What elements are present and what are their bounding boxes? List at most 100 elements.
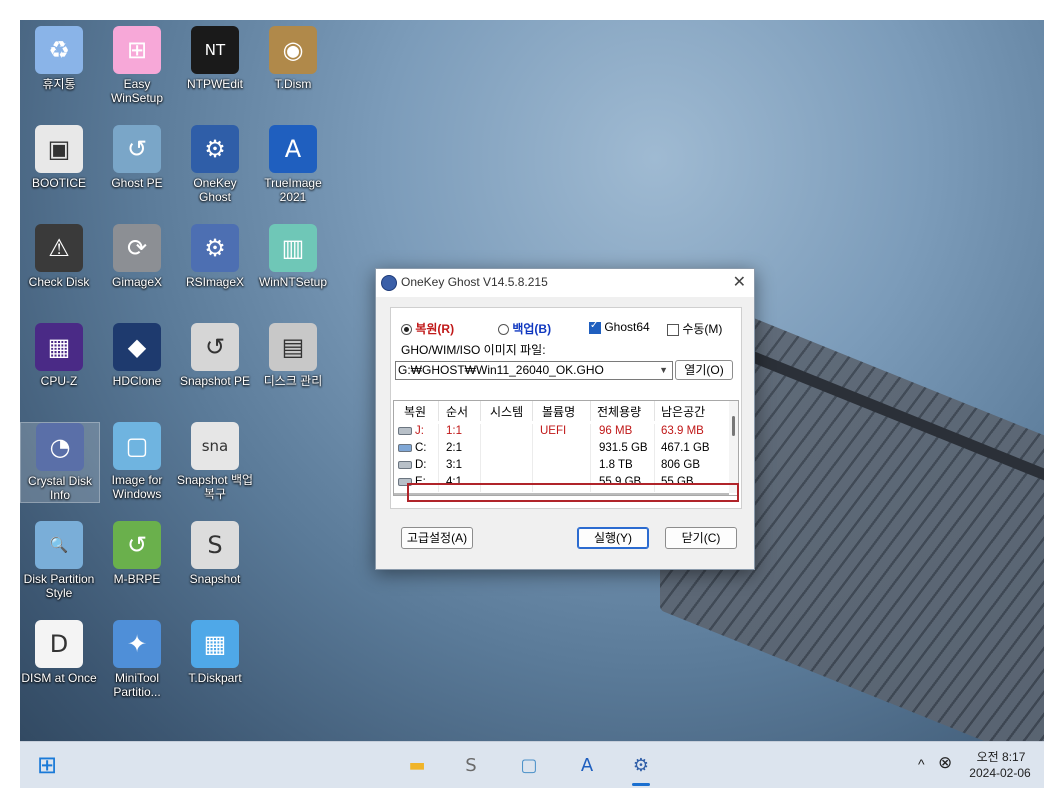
desktop-icon[interactable]: ◆ HDClone xyxy=(98,323,176,388)
cell-drive: C: xyxy=(398,442,427,454)
desktop-icon[interactable]: NT NTPWEdit xyxy=(176,26,254,91)
desktop-icon[interactable]: ▦ CPU-Z xyxy=(20,323,98,388)
drive-letter: D: xyxy=(415,459,427,471)
desktop-icon[interactable]: ▣ BOOTICE xyxy=(20,125,98,190)
ghost64-checkbox[interactable]: Ghost64 xyxy=(589,320,650,334)
app-icon: ✦ xyxy=(113,620,161,668)
close-icon[interactable]: ✕ xyxy=(733,272,746,292)
desktop-icon[interactable]: ◉ T.Dism xyxy=(254,26,332,91)
taskbar-app-trueimage[interactable]: A xyxy=(572,750,602,780)
drive-letter: C: xyxy=(415,442,427,454)
manual-check[interactable] xyxy=(667,323,679,336)
desktop-icon-label: Image for Windows xyxy=(111,473,163,501)
drive-icon xyxy=(398,460,412,469)
image-file-combo[interactable]: G:₩GHOST₩Win11_26040_OK.GHO ▼ xyxy=(395,361,673,380)
desktop-icon[interactable]: ⚠ Check Disk xyxy=(20,224,98,289)
vertical-scrollbar[interactable] xyxy=(729,401,738,493)
desktop-icon[interactable]: ▥ WinNTSetup xyxy=(254,224,332,289)
cell-order: 2:1 xyxy=(446,442,462,454)
column-separator xyxy=(532,424,533,441)
app-icon: ⚙ xyxy=(191,125,239,173)
app-icon: ⟳ xyxy=(113,224,161,272)
backup-radio[interactable]: 백업(B) xyxy=(498,320,551,337)
desktop-icon-label: Disk Partition Style xyxy=(23,572,95,600)
desktop-icon-label: Snapshot PE xyxy=(179,374,251,388)
clock-time[interactable]: 오전 8:17 xyxy=(972,748,1030,765)
snapshot-icon: S xyxy=(465,754,477,776)
desktop-icon-label: T.Diskpart xyxy=(188,671,242,685)
desktop-icon[interactable]: ⚙ RSImageX xyxy=(176,224,254,289)
desktop-icon[interactable]: ⟳ GimageX xyxy=(98,224,176,289)
ghost64-check[interactable] xyxy=(589,320,601,334)
desktop-icon[interactable]: ↺ M-BRPE xyxy=(98,521,176,586)
column-separator xyxy=(438,401,439,421)
desktop-icon[interactable]: D DISM at Once xyxy=(20,620,98,685)
desktop-icon[interactable]: ♻ 휴지통 xyxy=(20,26,98,91)
restore-radio-dot[interactable] xyxy=(401,324,412,336)
run-button[interactable]: 실행(Y) xyxy=(577,527,649,549)
column-separator xyxy=(438,458,439,475)
cell-volume: UEFI xyxy=(540,425,567,437)
taskbar-app-image-for-windows[interactable]: ▢ xyxy=(514,750,544,780)
start-button[interactable]: ⊞ xyxy=(32,750,62,780)
desktop-icon-label: GimageX xyxy=(111,275,163,289)
col-restore[interactable]: 복원 xyxy=(404,403,426,420)
desktop-icon-label: Snapshot 백업 복구 xyxy=(176,473,254,501)
desktop-icon[interactable]: ↺ Ghost PE xyxy=(98,125,176,190)
desktop-icon-label: 디스크 관리 xyxy=(263,374,323,388)
taskbar-app-file-explorer[interactable]: ▬ xyxy=(402,750,432,780)
onekey-ghost-dialog: OneKey Ghost V14.5.8.215 ✕ 복원(R) 백업(B) G… xyxy=(375,268,755,570)
table-row[interactable]: D: 3:1 1.8 TB 806 GB xyxy=(394,458,730,475)
open-button[interactable]: 열기(O) xyxy=(675,360,733,380)
windows-start-icon: ⊞ xyxy=(36,751,58,779)
desktop-icon-label: OneKey Ghost xyxy=(193,176,237,204)
desktop-icon-label: MiniTool Partitio... xyxy=(113,671,161,699)
desktop-icon[interactable]: ⚙ OneKey Ghost xyxy=(176,125,254,204)
app-icon: ▦ xyxy=(35,323,83,371)
app-icon: ▥ xyxy=(269,224,317,272)
desktop-icon[interactable]: ↺ Snapshot PE xyxy=(176,323,254,388)
chevron-down-icon[interactable]: ▼ xyxy=(659,362,668,379)
desktop-icon[interactable]: 🔍 Disk Partition Style xyxy=(20,521,98,600)
file-label: GHO/WIM/ISO 이미지 파일: xyxy=(401,343,546,357)
desktop-icon[interactable]: sna Snapshot 백업 복구 xyxy=(176,422,254,501)
clock-date[interactable]: 2024-02-06 xyxy=(964,766,1036,780)
col-system[interactable]: 시스템 xyxy=(490,403,523,420)
partition-list[interactable]: 복원 순서 시스템 볼륨명 전체용량 남은공간 J: 1:1 UEFI 96 MB 63… xyxy=(393,400,739,496)
col-total[interactable]: 전체용량 xyxy=(597,403,641,420)
desktop-icon[interactable]: S Snapshot xyxy=(176,521,254,586)
restore-radio[interactable]: 복원(R) xyxy=(401,320,454,337)
scroll-thumb[interactable] xyxy=(732,416,735,436)
tray-close-icon[interactable]: ⊗ xyxy=(938,753,952,773)
desktop-icon[interactable]: ▤ 디스크 관리 xyxy=(254,323,332,388)
advanced-settings-button[interactable]: 고급설정(A) xyxy=(401,527,473,549)
col-free[interactable]: 남은공간 xyxy=(661,403,705,420)
trueimage-icon: A xyxy=(580,754,594,776)
desktop-icon[interactable]: ✦ MiniTool Partitio... xyxy=(98,620,176,699)
drive-icon xyxy=(398,443,412,452)
col-order[interactable]: 순서 xyxy=(446,403,468,420)
cell-order: 3:1 xyxy=(446,459,462,471)
desktop-icon[interactable]: A TrueImage 2021 xyxy=(254,125,332,204)
desktop-icon-label: CPU-Z xyxy=(40,374,78,388)
app-icon: ⚙ xyxy=(191,224,239,272)
app-icon: ◔ xyxy=(36,423,84,471)
desktop-icon[interactable]: ▦ T.Diskpart xyxy=(176,620,254,685)
close-button[interactable]: 닫기(C) xyxy=(665,527,737,549)
cell-total: 1.8 TB xyxy=(599,459,633,471)
desktop-icon[interactable]: ▢ Image for Windows xyxy=(98,422,176,501)
desktop-icon-label: HDClone xyxy=(112,374,162,388)
cell-drive: D: xyxy=(398,459,427,471)
manual-checkbox[interactable]: 수동(M) xyxy=(667,320,722,337)
table-row[interactable]: J: 1:1 UEFI 96 MB 63.9 MB xyxy=(394,424,730,441)
taskbar-app-snapshot[interactable]: S xyxy=(456,750,486,780)
desktop-icon-label: M-BRPE xyxy=(113,572,161,586)
desktop-icon[interactable]: ◔ Crystal Disk Info xyxy=(20,422,100,503)
backup-radio-dot[interactable] xyxy=(498,324,509,336)
tray-chevron-icon[interactable]: ^ xyxy=(918,756,925,772)
dialog-titlebar[interactable]: OneKey Ghost V14.5.8.215 ✕ xyxy=(376,269,754,297)
table-row[interactable]: C: 2:1 931.5 GB 467.1 GB xyxy=(394,441,730,458)
col-volume[interactable]: 볼륨명 xyxy=(542,403,575,420)
taskbar-app-onekey-ghost[interactable]: ⚙ xyxy=(626,750,656,786)
desktop-icon[interactable]: ⊞ Easy WinSetup xyxy=(98,26,176,105)
